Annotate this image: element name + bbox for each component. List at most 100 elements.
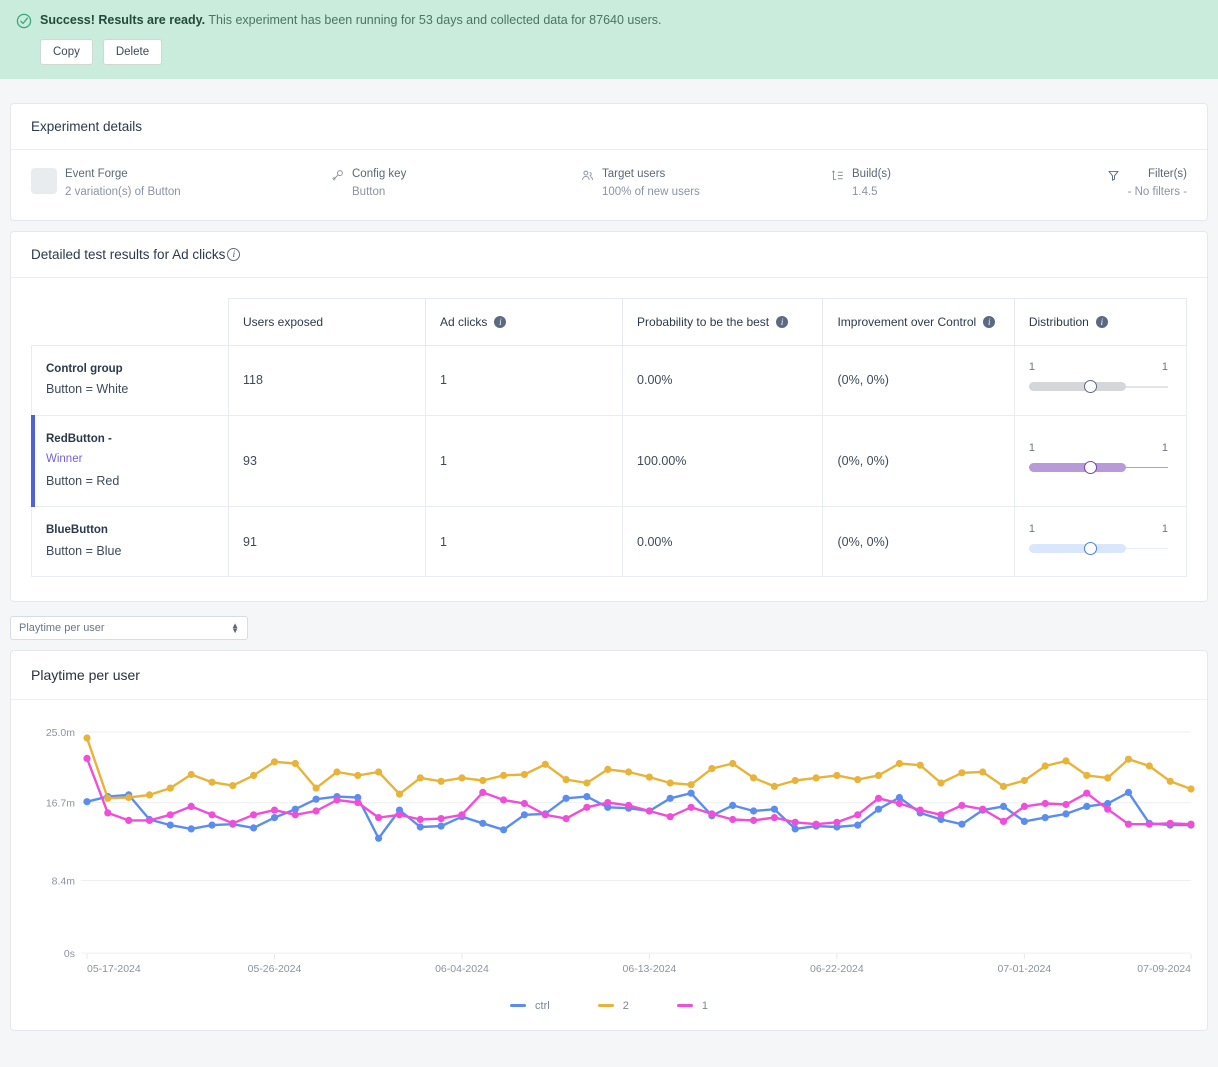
- data-point: [937, 811, 945, 819]
- detail-filters: Filter(s) - No filters -: [1061, 166, 1187, 202]
- legend-label: ctrl: [535, 999, 550, 1012]
- data-point: [1062, 810, 1070, 818]
- banner-headline: Success! Results are ready.: [40, 13, 206, 27]
- legend-item[interactable]: ctrl: [510, 1000, 550, 1012]
- delete-button[interactable]: Delete: [102, 39, 163, 66]
- data-point: [291, 759, 299, 768]
- data-point: [500, 796, 508, 804]
- data-point: [750, 816, 758, 824]
- dist-high-label: 1: [1161, 522, 1168, 535]
- table-row: RedButton - Winner Button = Red 93 1 100.00%(…: [30, 414, 1188, 508]
- data-point: [229, 781, 237, 790]
- detail-value: Button: [352, 185, 386, 198]
- info-icon[interactable]: i: [983, 315, 996, 328]
- info-icon[interactable]: i: [1095, 315, 1108, 328]
- line-chart: 25.0m 16.7m 8.4m 0s 05-17-2024 05-26-2024 06-0…: [46, 727, 1195, 975]
- data-point: [687, 789, 695, 797]
- data-point: [791, 818, 799, 826]
- distribution-slider[interactable]: 11: [1028, 361, 1172, 399]
- data-point: [958, 801, 966, 809]
- detailed-results-card: Detailed test results for Ad clicks i Us…: [10, 230, 1208, 602]
- data-point: [1020, 802, 1028, 810]
- data-point: [395, 811, 404, 819]
- data-point: [520, 770, 528, 779]
- dist-knob[interactable]: [1084, 541, 1098, 555]
- experiment-details-card: Experiment details Event Forge 2 variati…: [10, 103, 1208, 221]
- variation-name: BlueButton: [46, 524, 108, 537]
- data-point: [874, 771, 883, 779]
- variation-cell: RedButton - Winner Button = Red: [30, 414, 230, 508]
- data-point: [437, 777, 445, 785]
- info-icon[interactable]: i: [776, 315, 789, 328]
- banner-detail: This experiment has been running for 53 …: [208, 13, 662, 27]
- x-axis-tick: 07-01-2024: [997, 963, 1051, 975]
- legend-item[interactable]: 1: [676, 999, 708, 1012]
- dist-knob[interactable]: [1084, 380, 1098, 394]
- data-point: [625, 768, 633, 776]
- table-header-row: Users exposed Ad clicks i Probability to…: [32, 297, 1188, 346]
- copy-button[interactable]: Copy: [40, 39, 93, 66]
- data-point: [125, 793, 133, 802]
- data-point: [125, 816, 133, 824]
- data-point: [208, 821, 216, 829]
- probability-cell: 100.00%: [622, 414, 824, 508]
- detail-value: 2 variation(s) of Button: [65, 185, 181, 198]
- legend-label: 2: [622, 999, 629, 1012]
- metric-select[interactable]: Playtime per user ▲ ▼: [10, 615, 248, 640]
- improvement-cell: (0%, 0%): [822, 344, 1015, 416]
- info-icon[interactable]: i: [494, 315, 507, 328]
- ad-clicks-cell: 1: [425, 344, 624, 416]
- data-point: [187, 825, 195, 833]
- dist-knob[interactable]: [1084, 460, 1098, 474]
- detail-target-users: Target users 100% of new users: [581, 166, 831, 202]
- dist-high-label: 1: [1161, 441, 1168, 454]
- data-point: [666, 779, 674, 787]
- legend-swatch: [597, 1004, 614, 1008]
- detail-config-key: Config key Button: [331, 166, 581, 202]
- data-point: [604, 798, 612, 807]
- probability-cell: 0.00%: [622, 344, 824, 416]
- banner-message: Success! Results are ready. This experim…: [40, 12, 661, 28]
- data-point: [1020, 817, 1028, 825]
- data-point: [354, 798, 362, 807]
- variation-description: Button = Red: [46, 473, 120, 488]
- data-point: [791, 825, 799, 833]
- data-point: [145, 816, 154, 824]
- users-icon: [581, 169, 594, 182]
- variation-cell: Control group Button = White: [30, 344, 230, 416]
- data-point: [104, 809, 112, 817]
- data-point: [166, 784, 174, 792]
- x-axis-tick: 06-04-2024: [435, 963, 489, 975]
- data-point: [1041, 813, 1049, 822]
- filter-icon: [1107, 169, 1120, 182]
- data-point: [958, 820, 966, 828]
- data-point: [145, 791, 154, 799]
- distribution-slider[interactable]: 11: [1028, 522, 1172, 561]
- legend-label: 1: [701, 999, 708, 1012]
- check-circle-icon: [16, 13, 32, 29]
- data-point: [916, 761, 924, 769]
- data-point: [687, 781, 695, 789]
- data-point: [270, 813, 279, 822]
- data-point: [625, 801, 633, 809]
- table-row: Control group Button = White 118 1 0.00% (0%,…: [30, 344, 1188, 416]
- column-label: Improvement over Control: [837, 314, 977, 329]
- data-point: [770, 782, 779, 790]
- data-point: [166, 811, 174, 819]
- data-point: [354, 771, 362, 779]
- probability-cell: 0.00%: [622, 506, 824, 577]
- data-point: [416, 815, 424, 824]
- data-point: [750, 807, 758, 815]
- data-point: [270, 806, 279, 814]
- info-outline-icon[interactable]: i: [227, 247, 241, 261]
- dist-bar: [1028, 462, 1127, 472]
- data-point: [458, 811, 466, 819]
- legend-item[interactable]: 2: [597, 999, 629, 1012]
- data-point: [291, 811, 299, 819]
- variation-name: Control group: [46, 362, 123, 375]
- data-point: [1124, 788, 1133, 796]
- chart-plot-area: 25.0m 16.7m 8.4m 0s 05-17-2024 05-26-2024 06-0…: [11, 700, 1207, 994]
- distribution-slider[interactable]: 11: [1028, 441, 1172, 480]
- data-point: [1041, 799, 1049, 808]
- chart-title: Playtime per user: [11, 651, 1207, 700]
